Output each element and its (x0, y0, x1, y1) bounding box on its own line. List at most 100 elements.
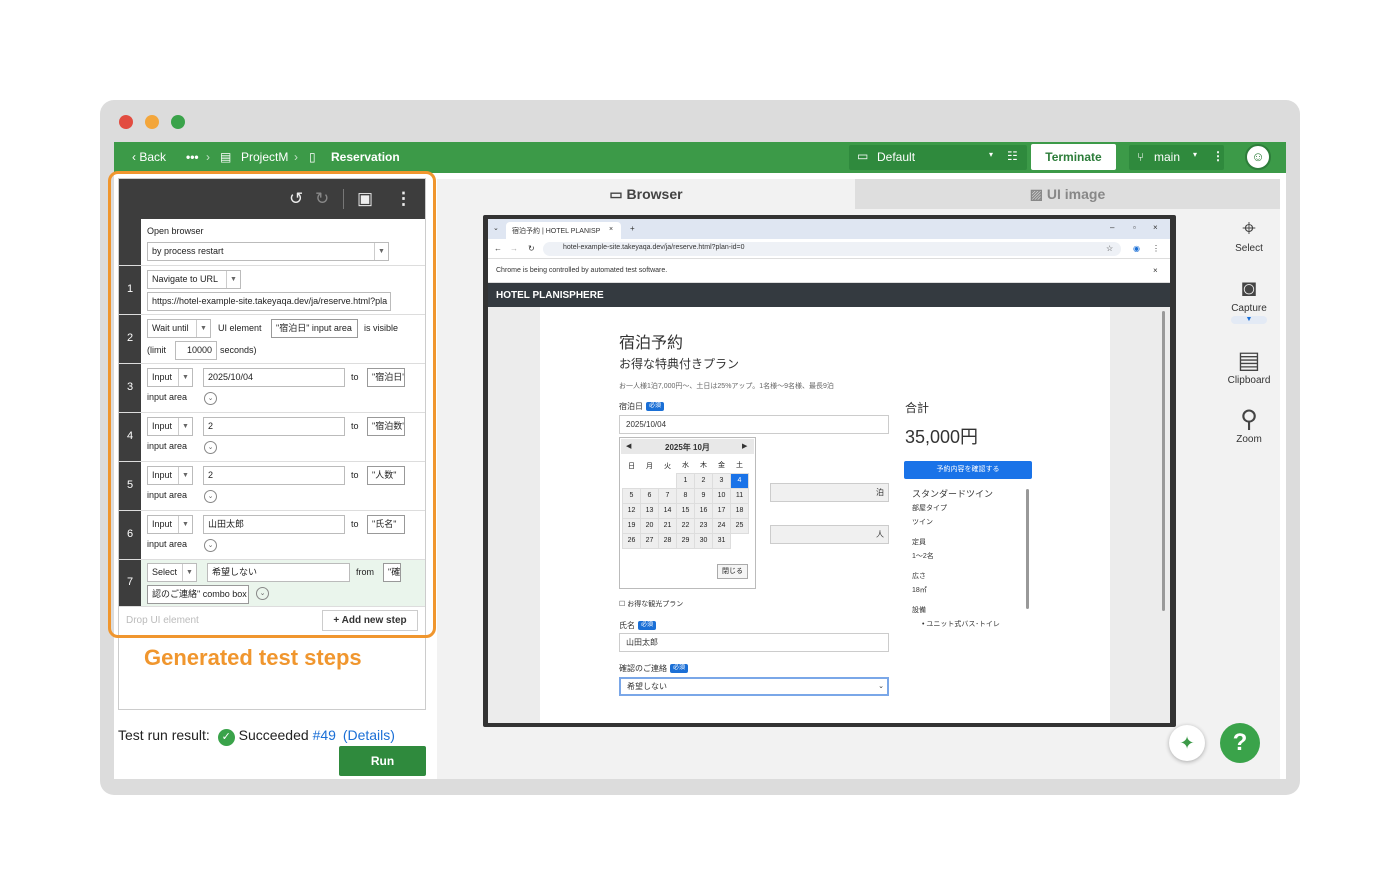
contact-select-value: 希望しない (627, 682, 667, 691)
capture-tool-label: Capture (1231, 303, 1267, 314)
terminate-button[interactable]: Terminate (1031, 144, 1116, 170)
calendar-day[interactable]: 31 (712, 532, 731, 549)
browser-screenshot[interactable]: ⌄ 宿泊予約 | HOTEL PLANISP × + – ▫ × ← → ↻ h… (483, 215, 1176, 727)
confirm-reservation-button[interactable]: 予約内容を確認する (904, 461, 1032, 479)
tab-ui-image[interactable]: ▨ UI image (855, 179, 1280, 209)
calendar-day[interactable]: 15 (676, 502, 695, 519)
back-arrow-icon[interactable]: ← (494, 244, 502, 253)
branch-select[interactable]: ⑂ main ▾ ⋮ (1129, 145, 1224, 170)
prev-month-icon[interactable]: ◀ (626, 442, 631, 450)
calendar-day[interactable]: 23 (694, 517, 713, 534)
calendar-day (622, 473, 641, 488)
settings-sliders-icon[interactable]: ☷ (1007, 149, 1018, 163)
datepicker-header: ◀ 2025年 10月 ▶ (621, 439, 754, 454)
restore-icon[interactable]: ▫ (1133, 223, 1136, 232)
people-addon: 人 (770, 525, 889, 544)
forward-arrow-icon[interactable]: → (510, 244, 518, 253)
profile-icon[interactable]: ◉ (1133, 244, 1140, 253)
calendar-day[interactable]: 13 (640, 502, 659, 519)
generated-steps-caption: Generated test steps (144, 645, 362, 670)
caret-down-icon: ▾ (989, 150, 994, 159)
calendar-day[interactable]: 7 (658, 487, 677, 504)
date-input[interactable]: 2025/10/04 (619, 415, 889, 434)
kebab-menu-icon[interactable]: ⋮ (1212, 149, 1224, 163)
calendar-day[interactable]: 19 (622, 517, 641, 534)
chevron-right-icon: › (206, 150, 210, 164)
capture-dropdown[interactable]: ▼ (1231, 316, 1267, 324)
calendar-day[interactable]: 25 (730, 517, 749, 534)
new-tab-icon[interactable]: + (630, 224, 635, 233)
calendar-day[interactable]: 24 (712, 517, 731, 534)
calendar-day[interactable]: 14 (658, 502, 677, 519)
close-icon[interactable]: × (1153, 223, 1158, 232)
calendar-day[interactable]: 10 (712, 487, 731, 504)
calendar-day[interactable]: 30 (694, 532, 713, 549)
calendar-day[interactable]: 27 (640, 532, 659, 549)
page-scrollbar[interactable] (1162, 311, 1165, 611)
calendar-day[interactable]: 22 (676, 517, 695, 534)
calendar-day[interactable]: 12 (622, 502, 641, 519)
calendar-day[interactable]: 1 (676, 472, 695, 489)
calendar-day[interactable]: 5 (622, 487, 641, 504)
next-month-icon[interactable]: ▶ (742, 442, 747, 450)
minimize-icon[interactable]: – (1110, 223, 1114, 232)
weekday-label: 土 (730, 458, 749, 473)
datepicker-close-button[interactable]: 閉じる (717, 564, 748, 579)
room-type-value: ツイン (912, 519, 933, 526)
calendar-day[interactable]: 2 (694, 472, 713, 489)
sightseeing-checkbox[interactable]: ☐ お得な観光プラン (619, 599, 683, 609)
run-button[interactable]: Run (339, 746, 426, 776)
contact-select[interactable]: 希望しない ⌄ (619, 677, 889, 696)
address-bar[interactable]: hotel-example-site.takeyaqa.dev/ja/reser… (543, 242, 1121, 256)
equipment-item: • ユニット式バス･トイレ (922, 621, 1000, 628)
back-button[interactable]: ‹ Back (132, 150, 166, 164)
calendar-day[interactable]: 4 (730, 472, 749, 489)
more-icon[interactable]: ••• (186, 150, 199, 164)
browser-tab[interactable]: 宿泊予約 | HOTEL PLANISP × (506, 222, 621, 239)
calendar-day[interactable]: 8 (676, 487, 695, 504)
run-link[interactable]: #49 (313, 727, 336, 743)
automation-banner: Chrome is being controlled by automated … (488, 260, 1170, 283)
maximize-window-icon[interactable] (171, 115, 185, 129)
result-status: Succeeded (238, 727, 309, 743)
calendar-day[interactable]: 28 (658, 532, 677, 549)
calendar-day[interactable]: 6 (640, 487, 659, 504)
reload-icon[interactable]: ↻ (528, 244, 535, 253)
clipboard-tool[interactable]: ▤ Clipboard (1219, 347, 1279, 386)
room-info-scrollbar[interactable] (1026, 489, 1029, 609)
calendar-day[interactable]: 17 (712, 502, 731, 519)
image-icon: ▨ (1029, 186, 1047, 202)
close-icon[interactable]: × (609, 226, 613, 233)
close-window-icon[interactable] (119, 115, 133, 129)
details-link[interactable]: (Details) (343, 727, 395, 743)
star-icon[interactable]: ☆ (1106, 244, 1113, 253)
calendar-day[interactable]: 29 (676, 532, 695, 549)
caret-down-icon: ▾ (1193, 150, 1198, 159)
calendar-day[interactable]: 16 (694, 502, 713, 519)
select-tool[interactable]: ⌖ Select (1219, 215, 1279, 254)
calendar-day[interactable]: 20 (640, 517, 659, 534)
assistant-icon[interactable]: ✦ (1169, 725, 1205, 761)
environment-select[interactable]: ▭ Default ▾ ☷ (849, 145, 1027, 170)
back-label: Back (139, 150, 167, 164)
calendar-day[interactable]: 11 (730, 487, 749, 504)
calendar-day[interactable]: 9 (694, 487, 713, 504)
calendar-day[interactable]: 21 (658, 517, 677, 534)
capture-tool[interactable]: ◙ Capture ▼ (1219, 275, 1279, 324)
zoom-tool[interactable]: ⚲ Zoom (1219, 406, 1279, 445)
minimize-window-icon[interactable] (145, 115, 159, 129)
breadcrumb-project[interactable]: ProjectM (241, 150, 288, 164)
site-brand[interactable]: HOTEL PLANISPHERE (496, 290, 604, 301)
page-content: 宿泊予約 お得な特典付きプラン お一人様1泊7,000円〜、土日は25%アップ。… (540, 307, 1110, 723)
avatar[interactable]: ☺ (1245, 144, 1271, 170)
calendar-day[interactable]: 3 (712, 472, 731, 489)
help-icon[interactable]: ? (1220, 723, 1260, 763)
calendar-day[interactable]: 18 (730, 502, 749, 519)
close-icon[interactable]: × (1153, 266, 1158, 275)
plan-title: お得な特典付きプラン (619, 357, 740, 371)
name-input[interactable]: 山田太郎 (619, 633, 889, 652)
chevron-down-icon[interactable]: ⌄ (493, 224, 499, 232)
tab-browser[interactable]: ▭ Browser (437, 179, 855, 209)
kebab-menu-icon[interactable]: ⋮ (1152, 244, 1160, 253)
calendar-day[interactable]: 26 (622, 532, 641, 549)
